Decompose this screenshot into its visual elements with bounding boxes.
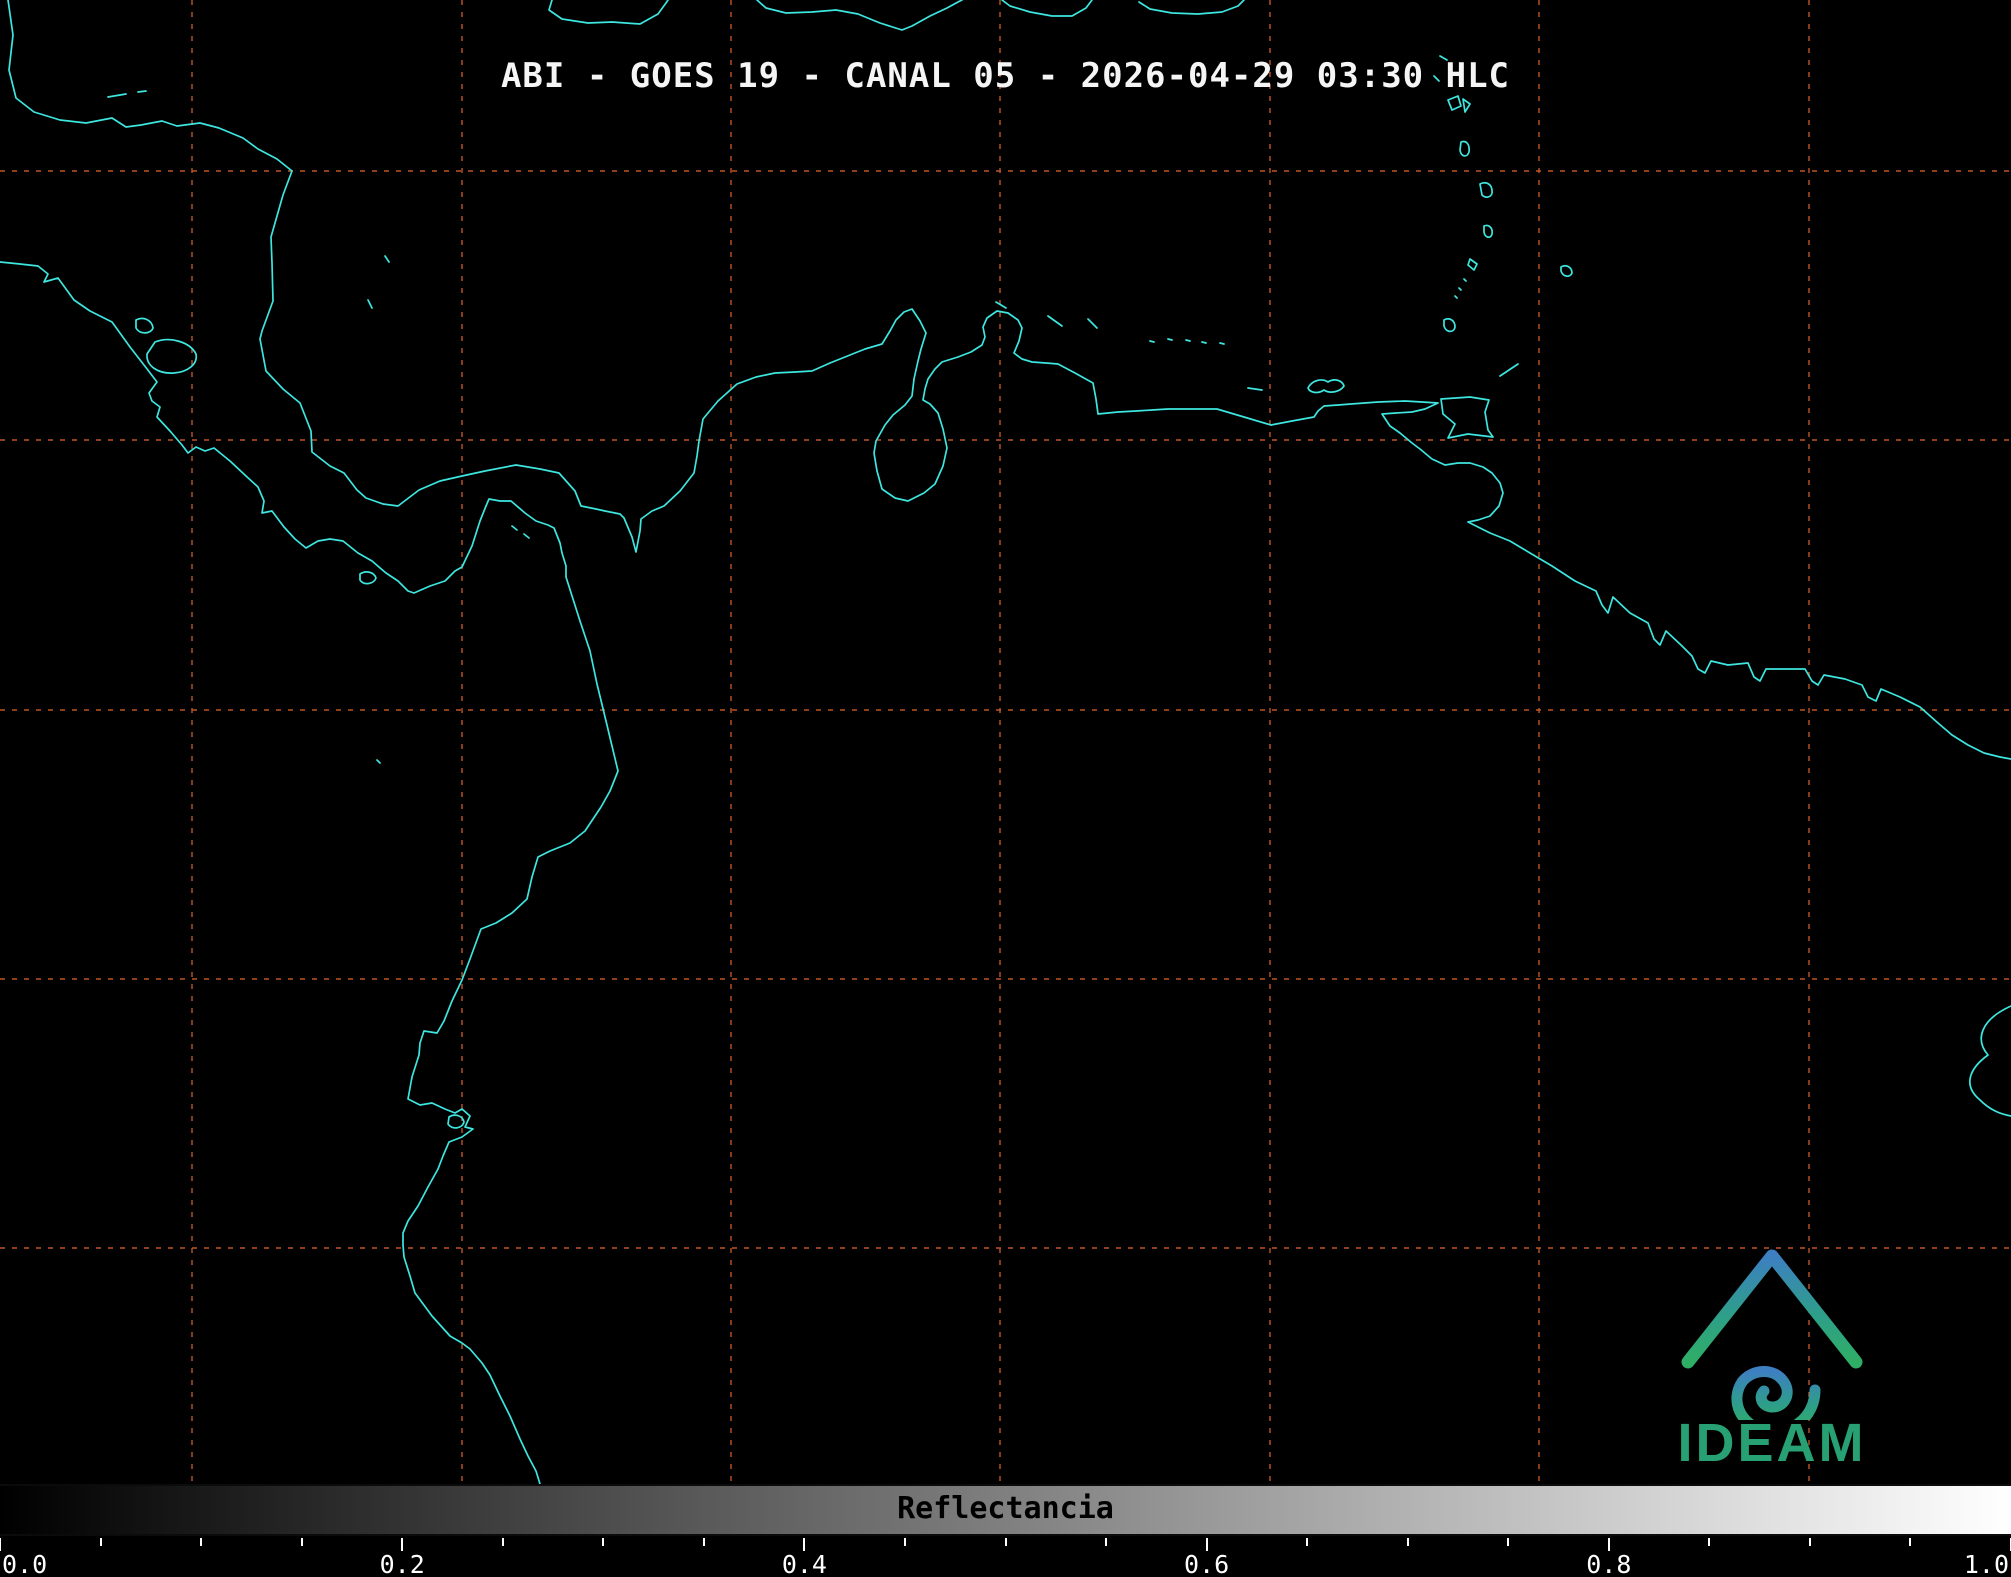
colorbar-minor-tick — [1909, 1538, 1912, 1546]
colorbar-minor-tick — [501, 1538, 504, 1546]
coastline-amazon-fragment — [1969, 1005, 2011, 1117]
colorbar-tick-label: 0.0 — [2, 1550, 48, 1577]
coastline-islands — [107, 0, 1573, 1129]
colorbar-minor-tick — [702, 1538, 705, 1546]
colorbar-minor-tick — [602, 1538, 605, 1546]
satellite-image-viewport: ABI - GOES 19 - CANAL 05 - 2026-04-29 03… — [0, 0, 2011, 1577]
colorbar-minor-tick — [1808, 1538, 1811, 1546]
ideam-logo-text: IDEAM — [1677, 1413, 1867, 1473]
colorbar-tick-label: 0.4 — [781, 1550, 827, 1577]
colorbar-minor-tick — [1306, 1538, 1309, 1546]
ideam-logo: IDEAM — [1652, 1242, 1892, 1474]
colorbar-label: Reflectancia — [897, 1491, 1114, 1527]
graticule-parallels — [0, 170, 2011, 1249]
colorbar-tick-label: 0.8 — [1586, 1550, 1632, 1577]
colorbar-minor-tick — [903, 1538, 906, 1546]
reflectance-colorbar: Reflectancia — [0, 1484, 2011, 1536]
ideam-logo-icon — [1681, 1249, 1863, 1420]
colorbar-minor-tick — [200, 1538, 203, 1546]
coastline-lakes — [135, 317, 198, 374]
colorbar-minor-tick — [1004, 1538, 1007, 1546]
product-title: ABI - GOES 19 - CANAL 05 - 2026-04-29 03… — [500, 56, 1511, 96]
colorbar-tick-label: 1.0 — [1963, 1550, 2009, 1577]
graticule-meridians — [191, 0, 1810, 1484]
colorbar-tick-label: 0.6 — [1184, 1550, 1230, 1577]
colorbar-minor-tick — [99, 1538, 102, 1546]
colorbar-tick-label: 0.2 — [379, 1550, 425, 1577]
colorbar-tick-labels: 0.0 0.2 0.4 0.6 0.8 1.0 — [0, 1550, 2011, 1577]
colorbar-minor-tick — [1105, 1538, 1108, 1546]
coastline-pacific-mainland — [0, 261, 619, 1484]
colorbar-minor-tick — [300, 1538, 303, 1546]
coastline-atlantic-mainland — [7, 0, 2011, 760]
colorbar-minor-tick — [1708, 1538, 1711, 1546]
colorbar-minor-tick — [1507, 1538, 1510, 1546]
colorbar-minor-tick — [1406, 1538, 1409, 1546]
